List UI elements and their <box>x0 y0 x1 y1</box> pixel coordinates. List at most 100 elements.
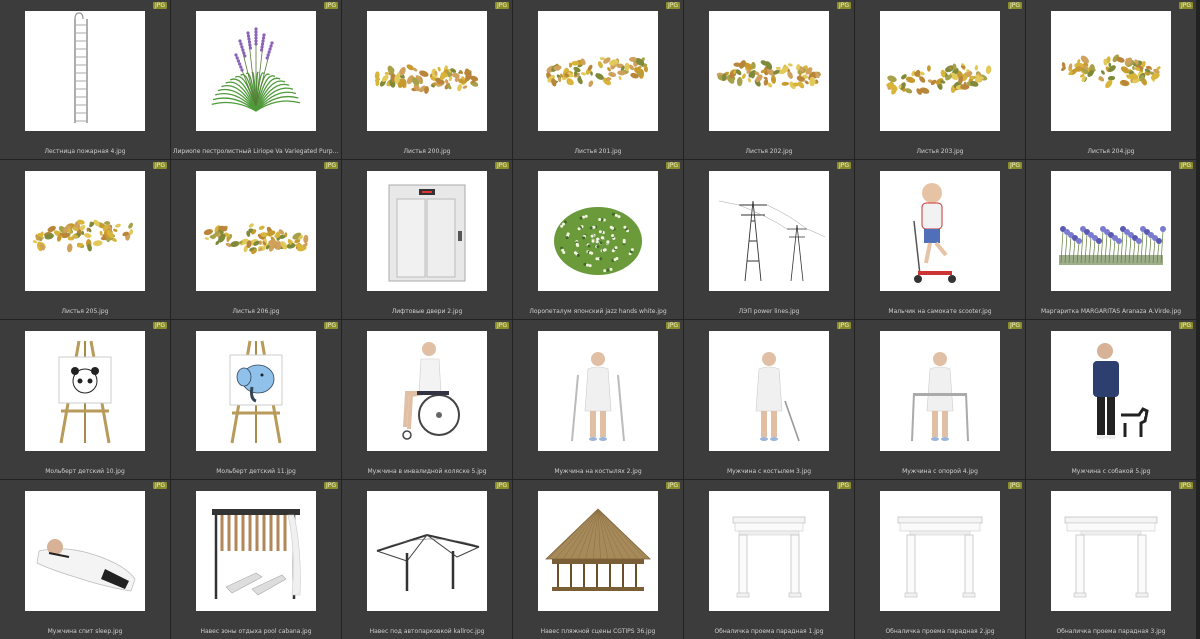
elevator-doors-icon <box>388 184 466 282</box>
file-type-badge: JPG <box>1178 322 1193 329</box>
thumbnail-image[interactable] <box>196 491 316 611</box>
daisies-icon <box>1059 226 1166 265</box>
file-name-label[interactable]: Мужчина спит sleep.jpg <box>2 628 168 636</box>
thumbnail-image[interactable] <box>1051 491 1171 611</box>
file-name-label[interactable]: Навес зоны отдыха pool cabana.jpg <box>173 628 339 636</box>
file-name-label[interactable]: Навес пляжной сцены CGTIPS 36.jpg <box>515 628 681 636</box>
thumbnail-image[interactable] <box>196 331 316 451</box>
thumbnail-tile[interactable]: JPG Мольберт детский 10.jpg <box>0 320 170 479</box>
file-name-label[interactable]: Листья 205.jpg <box>2 308 168 316</box>
power-lines-icon <box>718 200 826 282</box>
thumbnail-image[interactable] <box>367 171 487 291</box>
thumbnail-image[interactable] <box>538 491 658 611</box>
file-name-label[interactable]: Листья 201.jpg <box>515 148 681 156</box>
file-name-label[interactable]: Листья 204.jpg <box>1028 148 1194 156</box>
file-type-badge: JPG <box>665 322 680 329</box>
thumbnail-tile[interactable]: JPG Навес пляжной сцены CGTIPS 36.jpg <box>513 480 683 639</box>
file-name-label[interactable]: Обналичка проема парадная 1.jpg <box>686 628 852 636</box>
thumbnail-image[interactable] <box>709 11 829 131</box>
file-name-label[interactable]: Мольберт детский 11.jpg <box>173 468 339 476</box>
thumbnail-image[interactable] <box>538 331 658 451</box>
file-name-label[interactable]: Обналичка проема парадная 2.jpg <box>857 628 1023 636</box>
man-crutches-icon <box>571 352 625 442</box>
thumbnail-tile[interactable]: JPG Лоропеталум японский jazz hands white… <box>513 160 683 319</box>
thumbnail-tile[interactable]: JPG Мальчик на самокате scooter.jpg <box>855 160 1025 319</box>
file-name-label[interactable]: Листья 200.jpg <box>344 148 510 156</box>
thumbnail-image[interactable] <box>880 331 1000 451</box>
thumbnail-image[interactable] <box>25 491 145 611</box>
thumbnail-image[interactable] <box>367 491 487 611</box>
file-name-label[interactable]: Листья 203.jpg <box>857 148 1023 156</box>
thumbnail-image[interactable] <box>196 11 316 131</box>
thumbnail-image[interactable] <box>1051 171 1171 291</box>
file-name-label[interactable]: Лириопе пестролистный Liriope Va Variega… <box>173 148 339 156</box>
file-type-badge: JPG <box>152 162 167 169</box>
thumbnail-tile[interactable]: JPG Навес под автопарковкой kallroc.jpg <box>342 480 512 639</box>
thumbnail-tile[interactable]: JPG Мужчина на костылях 2.jpg <box>513 320 683 479</box>
file-name-label[interactable]: Листья 202.jpg <box>686 148 852 156</box>
thumbnail-image[interactable] <box>538 171 658 291</box>
thumbnail-image[interactable] <box>25 171 145 291</box>
thumbnail-tile[interactable]: JPG Листья 201.jpg <box>513 0 683 159</box>
thumbnail-tile[interactable]: JPG Лириопе пестролистный Liriope Va Vari… <box>171 0 341 159</box>
thumbnail-tile[interactable]: JPG Листья 200.jpg <box>342 0 512 159</box>
file-name-label[interactable]: Лифтовые двери 2.jpg <box>344 308 510 316</box>
thumbnail-tile[interactable]: JPG Мужчина с костылем 3.jpg <box>684 320 854 479</box>
thumbnail-tile[interactable]: JPG Листья 206.jpg <box>171 160 341 319</box>
file-name-label[interactable]: Мужчина с собакой 5.jpg <box>1028 468 1194 476</box>
thumbnail-tile[interactable]: JPG Обналичка проема парадная 1.jpg <box>684 480 854 639</box>
thumbnail-image[interactable] <box>709 331 829 451</box>
liriope-plant-icon <box>211 27 301 112</box>
thumbnail-image[interactable] <box>1051 331 1171 451</box>
file-type-badge: JPG <box>494 162 509 169</box>
file-name-label[interactable]: Мужчина с опорой 4.jpg <box>857 468 1023 476</box>
thumbnail-tile[interactable]: JPG Листья 203.jpg <box>855 0 1025 159</box>
thumbnail-tile[interactable]: JPG Лифтовые двери 2.jpg <box>342 160 512 319</box>
thumbnail-image[interactable] <box>880 491 1000 611</box>
file-name-label[interactable]: Обналичка проема парадная 3.jpg <box>1028 628 1194 636</box>
thumbnail-image[interactable] <box>367 11 487 131</box>
thumbnail-tile[interactable]: JPG ЛЭП power lines.jpg <box>684 160 854 319</box>
thumbnail-tile[interactable]: JPG Мужчина с собакой 5.jpg <box>1026 320 1196 479</box>
thumbnail-tile[interactable]: JPG Обналичка проема парадная 3.jpg <box>1026 480 1196 639</box>
thumbnail-tile[interactable]: JPG Лестница пожарная 4.jpg <box>0 0 170 159</box>
thumbnail-image[interactable] <box>25 331 145 451</box>
thumbnail-tile[interactable]: JPG Листья 204.jpg <box>1026 0 1196 159</box>
file-type-badge: JPG <box>836 2 851 9</box>
thumbnail-image[interactable] <box>538 11 658 131</box>
thumbnail-image[interactable] <box>25 11 145 131</box>
thumbnail-image[interactable] <box>880 11 1000 131</box>
thumbnail-image[interactable] <box>880 171 1000 291</box>
thumbnail-tile[interactable]: JPG Мужчина спит sleep.jpg <box>0 480 170 639</box>
file-name-label[interactable]: Мужчина на костылях 2.jpg <box>515 468 681 476</box>
file-name-label[interactable]: Лестница пожарная 4.jpg <box>2 148 168 156</box>
file-name-label[interactable]: Лоропеталум японский jazz hands white.jp… <box>515 308 681 316</box>
thumbnail-tile[interactable]: JPG Навес зоны отдыха pool cabana.jpg <box>171 480 341 639</box>
file-name-label[interactable]: Маргаритка MARGARITAS Aranaza A.Virde.jp… <box>1028 308 1194 316</box>
file-type-badge: JPG <box>1007 162 1022 169</box>
file-name-label[interactable]: Навес под автопарковкой kallroc.jpg <box>344 628 510 636</box>
thumbnail-tile[interactable]: JPG Маргаритка MARGARITAS Aranaza A.Virde… <box>1026 160 1196 319</box>
file-name-label[interactable]: Мальчик на самокате scooter.jpg <box>857 308 1023 316</box>
file-type-badge: JPG <box>152 482 167 489</box>
thumbnail-tile[interactable]: JPG Мужчина с опорой 4.jpg <box>855 320 1025 479</box>
thumbnail-tile[interactable]: JPG Обналичка проема парадная 2.jpg <box>855 480 1025 639</box>
file-name-label[interactable]: Листья 206.jpg <box>173 308 339 316</box>
thumbnail-image[interactable] <box>1051 11 1171 131</box>
file-name-label[interactable]: Мольберт детский 10.jpg <box>2 468 168 476</box>
thumbnail-image[interactable] <box>709 171 829 291</box>
thumbnail-tile[interactable]: JPG Мужчина в инвалидной коляске 5.jpg <box>342 320 512 479</box>
file-name-label[interactable]: ЛЭП power lines.jpg <box>686 308 852 316</box>
man-wheelchair-icon <box>402 342 460 440</box>
file-type-badge: JPG <box>1007 322 1022 329</box>
file-name-label[interactable]: Мужчина в инвалидной коляске 5.jpg <box>344 468 510 476</box>
thumbnail-tile[interactable]: JPG Листья 202.jpg <box>684 0 854 159</box>
thumbnail-tile[interactable]: JPG Листья 205.jpg <box>0 160 170 319</box>
thumbnail-image[interactable] <box>196 171 316 291</box>
thumbnail-image[interactable] <box>367 331 487 451</box>
door-frame-icon <box>1064 516 1158 598</box>
thumbnail-tile[interactable]: JPG Мольберт детский 11.jpg <box>171 320 341 479</box>
file-type-badge: JPG <box>665 2 680 9</box>
thumbnail-image[interactable] <box>709 491 829 611</box>
file-name-label[interactable]: Мужчина с костылем 3.jpg <box>686 468 852 476</box>
